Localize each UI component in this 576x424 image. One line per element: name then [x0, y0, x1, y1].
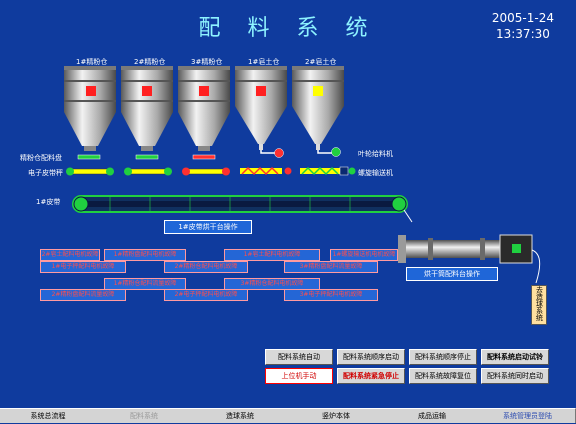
- label-disk-feeder: 精粉仓配料盘: [20, 154, 62, 162]
- main-belt-1[interactable]: [72, 195, 413, 223]
- silo-5-indicator: [313, 86, 323, 96]
- emergency-stop-button[interactable]: 配料系统紧急停止: [337, 368, 405, 384]
- label-belt-scale: 电子皮带秤: [28, 169, 63, 177]
- alarm-message: 3#电子秤配料电机故障: [284, 289, 378, 301]
- start-bell-test-button[interactable]: 配料系统启动试铃: [481, 349, 549, 365]
- silo-3-indicator: [199, 86, 209, 96]
- nav-admin-login[interactable]: 系统管理员登陆: [480, 408, 576, 423]
- silo-5[interactable]: [292, 66, 344, 154]
- sequence-stop-button[interactable]: 配料系统顺序停止: [409, 349, 477, 365]
- process-diagram: [64, 66, 541, 284]
- to-pelletizing-tag[interactable]: 去造球系统: [531, 285, 547, 325]
- belt-scale-2[interactable]: [124, 167, 172, 176]
- disk-feeder-3[interactable]: [192, 154, 216, 160]
- alarm-message: 2#精粉盘配料流量故障: [40, 289, 126, 301]
- screw-conveyor-2[interactable]: [300, 166, 356, 176]
- silo-1[interactable]: [64, 66, 116, 151]
- nav-process-overview[interactable]: 系统总流程: [0, 408, 97, 423]
- manual-mode-button[interactable]: 上位机手动: [265, 368, 333, 384]
- silo-2[interactable]: [121, 66, 173, 151]
- disk-feeder-2[interactable]: [135, 154, 159, 160]
- alarm-message: 1#螺旋输送机电机故障: [330, 249, 398, 261]
- nav-pelletizing[interactable]: 造球系统: [192, 408, 289, 423]
- label-screw: 螺旋输送机: [358, 169, 393, 177]
- impeller-feeder-1[interactable]: [274, 148, 284, 158]
- belt-scale-1[interactable]: [66, 167, 114, 176]
- impeller-feeder-2[interactable]: [331, 147, 341, 157]
- alarm-message: 2#皂土配料电机故障: [40, 249, 100, 261]
- nav-shaft-furnace[interactable]: 竖炉本体: [288, 408, 385, 423]
- nav-product-transport[interactable]: 成品运输: [384, 408, 481, 423]
- alarm-message: 2#精粉仓配料电机故障: [164, 261, 248, 273]
- label-belt1: 1#皮带: [36, 198, 61, 206]
- screw-conveyor-1[interactable]: [240, 166, 292, 176]
- silo-2-indicator: [142, 86, 152, 96]
- silo-4-indicator: [256, 86, 266, 96]
- alarm-message: 1#皂土配料电机故障: [224, 249, 320, 261]
- alarm-message: 3#精粉盘配料流量故障: [284, 261, 378, 273]
- fault-reset-button[interactable]: 配料系统故障复位: [409, 368, 477, 384]
- belt-dryer-panel-button[interactable]: 1#皮带烘干台操作: [164, 220, 252, 234]
- alarm-message: 1#电子秤配料电机故障: [40, 261, 126, 273]
- sequence-start-button[interactable]: 配料系统顺序启动: [337, 349, 405, 365]
- silo-4[interactable]: [235, 66, 287, 154]
- belt-scale-3[interactable]: [182, 167, 230, 176]
- silo-1-indicator: [86, 86, 96, 96]
- alarm-message: 1#精粉盘配料电机故障: [104, 249, 186, 261]
- sync-start-button[interactable]: 配料系统同时启动: [481, 368, 549, 384]
- label-impeller: 叶轮给料机: [358, 150, 393, 158]
- disk-feeder-1[interactable]: [77, 154, 101, 160]
- silo-3[interactable]: [178, 66, 230, 151]
- alarm-message: 2#电子秤配料电机故障: [164, 289, 248, 301]
- auto-mode-button[interactable]: 配料系统自动: [265, 349, 333, 365]
- nav-batching-system[interactable]: 配料系统: [96, 408, 193, 423]
- dryer-mix-panel-button[interactable]: 烘干筒配料台操作: [406, 267, 498, 281]
